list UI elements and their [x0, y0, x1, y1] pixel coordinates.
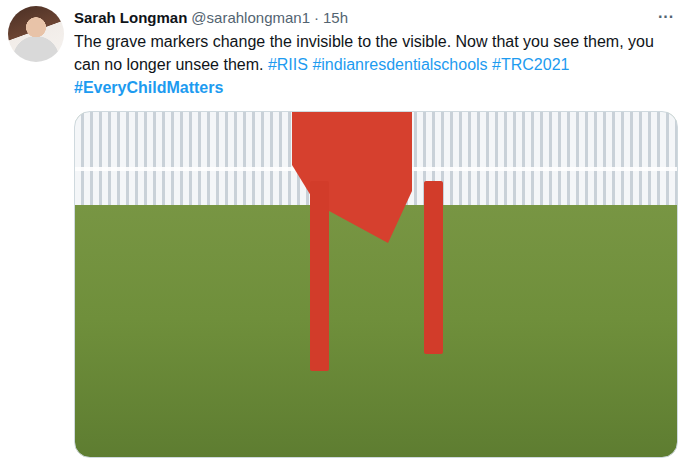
tweet-content: Sarah Longman@sarahlongman1·15h ··· The gr…	[74, 6, 678, 458]
hashtag-link[interactable]: #RIIS	[268, 56, 308, 73]
text-span	[488, 56, 492, 73]
timestamp[interactable]: 15h	[323, 9, 348, 26]
hashtag-link[interactable]: #indianresdentialschools	[312, 56, 487, 73]
separator: ·	[314, 9, 319, 26]
text-span	[308, 56, 312, 73]
author-name[interactable]: Sarah Longman	[74, 9, 187, 26]
marker-stake	[310, 181, 329, 371]
more-button[interactable]: ···	[658, 8, 678, 26]
marker-stake	[424, 181, 443, 354]
author-handle[interactable]: @sarahlongman1	[191, 9, 310, 26]
tweet-text: The grave markers change the invisible t…	[74, 30, 678, 99]
hashtag-link[interactable]: #EveryChildMatters	[74, 79, 223, 96]
tweet[interactable]: Sarah Longman@sarahlongman1·15h ··· The gr…	[0, 0, 686, 465]
tweet-header: Sarah Longman@sarahlongman1·15h ···	[74, 6, 678, 28]
hashtag-link[interactable]: #TRC2021	[492, 56, 569, 73]
text-span	[569, 56, 573, 73]
tweet-photo[interactable]	[74, 111, 678, 458]
avatar[interactable]	[8, 6, 64, 62]
